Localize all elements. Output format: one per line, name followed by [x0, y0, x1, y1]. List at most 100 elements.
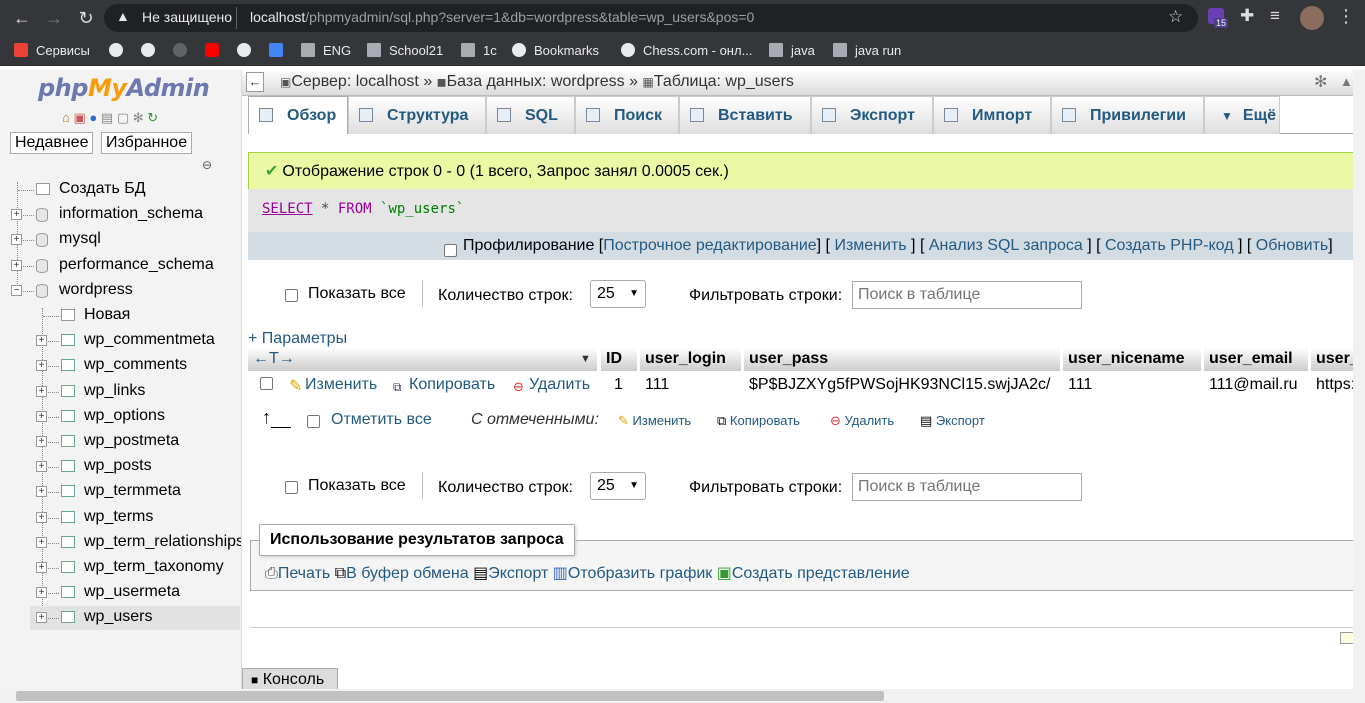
bookmark-folder[interactable]: ENG — [301, 36, 351, 66]
sidebar-table-item[interactable]: + wp_termmeta — [0, 480, 240, 504]
tab-search[interactable]: Поиск — [575, 96, 679, 134]
bookmark-item[interactable] — [237, 36, 259, 66]
forward-icon[interactable]: → — [42, 6, 66, 30]
expand-icon[interactable]: + — [36, 587, 47, 598]
bookmark-item[interactable] — [205, 36, 227, 66]
docs-icon[interactable]: ▤ — [101, 110, 113, 125]
row-checkbox[interactable] — [260, 377, 273, 390]
scroll-up-icon[interactable]: ▲ — [1340, 74, 1353, 89]
expand-icon[interactable]: + — [36, 411, 47, 422]
create-view-link[interactable]: ▣Создать представление — [717, 565, 910, 582]
sidebar-db-item[interactable]: + information_schema — [0, 203, 240, 227]
expand-icon[interactable]: + — [36, 562, 47, 573]
tab-sql[interactable]: SQL — [486, 96, 575, 134]
expand-icon[interactable]: + — [11, 209, 22, 220]
tab-favorites[interactable]: Избранное — [101, 132, 193, 154]
row-delete-link[interactable]: ⊖ Удалить — [508, 373, 600, 397]
tab-more[interactable]: ▼ Ещё — [1204, 96, 1280, 134]
explain-sql-link[interactable]: Анализ SQL запроса — [929, 237, 1083, 254]
chart-link[interactable]: ▥Отобразить график — [553, 565, 713, 582]
logout-icon[interactable]: ▣ — [73, 110, 85, 125]
sidebar-table-item[interactable]: + wp_options — [0, 405, 240, 429]
url-text[interactable]: localhost/phpmyadmin/sql.php?server=1&db… — [250, 9, 754, 25]
breadcrumb-database[interactable]: База данных: wordpress — [447, 73, 625, 90]
expand-icon[interactable]: + — [36, 612, 47, 623]
row-copy-link[interactable]: ⧉ Копировать — [388, 373, 508, 397]
cell-user-pass[interactable]: $P$BJZXYg5fPWSojHK93NCl15.swjJA2c/ — [744, 373, 1061, 397]
horizontal-scrollbar-thumb[interactable] — [16, 691, 884, 701]
sidebar-new-item[interactable]: Создать БД — [0, 178, 240, 202]
security-label[interactable]: Не защищено — [142, 9, 232, 25]
sidebar-table-item[interactable]: + wp_postmeta — [0, 430, 240, 454]
cell-user-email[interactable]: 111@mail.ru — [1204, 373, 1309, 397]
column-arrows-icon[interactable]: ←T→ — [253, 350, 295, 367]
bookmark-item[interactable] — [269, 36, 291, 66]
phpmyadmin-logo[interactable]: phpMyAdmin — [38, 74, 210, 102]
bulk-edit-button[interactable]: ✎ Изменить — [618, 413, 691, 429]
refresh-link[interactable]: Обновить — [1256, 237, 1328, 254]
clipboard-link[interactable]: ⧉В буфер обмена — [335, 565, 469, 582]
bookmark-item[interactable] — [173, 36, 195, 66]
bookmark-folder[interactable]: java run — [833, 36, 901, 66]
address-bar[interactable]: ▲ Не защищено localhost/phpmyadmin/sql.p… — [104, 4, 1198, 32]
menu-icon[interactable]: ⋮ — [1337, 6, 1355, 27]
row-edit-link[interactable]: ✎ Изменить — [284, 373, 384, 397]
expand-icon[interactable]: + — [36, 486, 47, 497]
expand-icon[interactable]: + — [11, 234, 22, 245]
breadcrumb-table[interactable]: Таблица: wp_users — [654, 73, 794, 90]
sidebar-db-item[interactable]: − wordpress — [0, 279, 240, 303]
column-header-id[interactable]: ID — [601, 347, 638, 371]
tab-import[interactable]: Импорт — [933, 96, 1051, 134]
sidebar-table-item[interactable]: + wp_usermeta — [0, 581, 240, 605]
reload-icon[interactable]: ↻ — [147, 110, 158, 125]
sidebar-db-item[interactable]: + mysql — [0, 228, 240, 252]
bookmark-query-icon[interactable] — [1340, 632, 1354, 644]
collapse-sidebar-icon[interactable]: ← — [246, 72, 264, 92]
expand-icon[interactable]: + — [36, 360, 47, 371]
sql-keyword[interactable]: SELECT — [262, 201, 313, 217]
tab-privileges[interactable]: Привилегии — [1051, 96, 1204, 134]
column-header-user-email[interactable]: user_email — [1204, 347, 1309, 371]
tab-recent[interactable]: Недавнее — [10, 132, 94, 154]
collapse-icon[interactable]: − — [11, 285, 22, 296]
sidebar-new-item[interactable]: Новая — [0, 304, 240, 328]
bookmark-item[interactable]: Bookmarks — [512, 36, 599, 66]
sidebar-table-item[interactable]: + wp_terms — [0, 506, 240, 530]
inline-edit-link[interactable]: Построчное редактирование — [603, 237, 816, 254]
rows-select[interactable]: 25 ▼ — [590, 280, 646, 308]
profiling-checkbox[interactable] — [444, 239, 457, 266]
bookmark-folder[interactable]: java — [769, 36, 815, 66]
sidebar-table-item[interactable]: + wp_posts — [0, 455, 240, 479]
sidebar-table-item[interactable]: + wp_commentmeta — [0, 329, 240, 353]
filter-input[interactable]: Поиск в таблице — [852, 281, 1082, 309]
column-header-user-login[interactable]: user_login — [640, 347, 742, 371]
cell-user-login[interactable]: 111 — [640, 373, 742, 397]
expand-icon[interactable]: + — [36, 335, 47, 346]
bookmark-apps[interactable]: Сервисы — [14, 36, 90, 66]
reload-icon[interactable]: ↻ — [74, 6, 98, 30]
bookmark-item[interactable] — [109, 36, 131, 66]
sidebar-table-item[interactable]: + wp_term_relationships — [0, 531, 241, 555]
expand-icon[interactable]: + — [36, 386, 47, 397]
check-all-link[interactable]: Отметить все — [331, 411, 432, 429]
vertical-scrollbar[interactable] — [1353, 70, 1365, 690]
chevron-down-icon[interactable]: ▼ — [580, 347, 591, 371]
tab-structure[interactable]: Структура — [348, 96, 486, 134]
expand-icon[interactable]: + — [36, 537, 47, 548]
cell-id[interactable]: 1 — [609, 373, 639, 397]
show-all-checkbox[interactable] — [285, 481, 298, 494]
sidebar-table-item[interactable]: + wp_links — [0, 380, 240, 404]
bulk-copy-button[interactable]: ⧉ Копировать — [717, 413, 800, 429]
create-php-link[interactable]: Создать PHP-код — [1105, 237, 1234, 254]
star-icon[interactable]: ☆ — [1168, 7, 1183, 27]
expand-icon[interactable]: + — [11, 260, 22, 271]
tab-export[interactable]: Экспорт — [811, 96, 933, 134]
edit-query-link[interactable]: Изменить — [834, 237, 906, 254]
console-button[interactable]: ■ Консоль — [242, 668, 338, 690]
bookmark-folder[interactable]: 1c — [461, 36, 497, 66]
cell-user-nicename[interactable]: 111 — [1063, 373, 1202, 397]
settings-icon[interactable]: ✻ — [133, 110, 144, 125]
show-all-checkbox[interactable] — [285, 289, 298, 302]
tab-browse[interactable]: Обзор — [248, 96, 348, 134]
options-link[interactable]: + Параметры — [248, 330, 347, 348]
